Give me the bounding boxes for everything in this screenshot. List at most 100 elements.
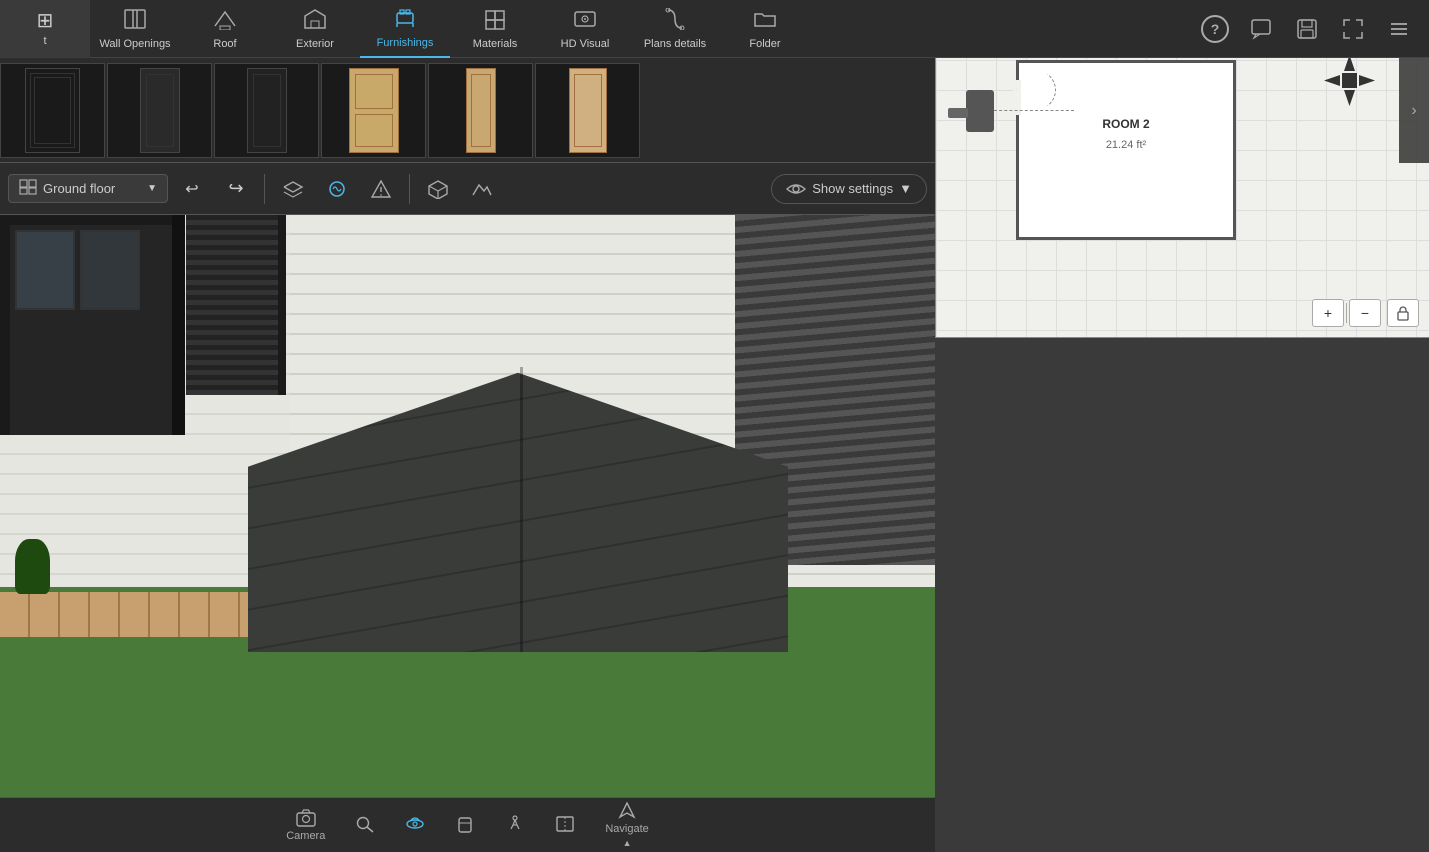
- toolbar-item-materials[interactable]: Materials: [450, 0, 540, 58]
- wall-openings-icon: [123, 8, 147, 34]
- bottom-nav-pan[interactable]: [455, 815, 475, 836]
- chat-button[interactable]: [1241, 9, 1281, 49]
- toolbar-item-exterior[interactable]: Exterior: [270, 0, 360, 58]
- warning-button[interactable]: [361, 170, 401, 208]
- toolbar-item-wall-openings[interactable]: Wall Openings: [90, 0, 180, 58]
- cube-icon: [427, 179, 449, 199]
- bottom-nav-section[interactable]: [555, 815, 575, 836]
- save-button[interactable]: [1287, 9, 1327, 49]
- walk-icon: [505, 815, 525, 833]
- redo-icon: ↪: [228, 178, 243, 199]
- hamburger-icon: [1388, 18, 1410, 40]
- room2-area: 21.24 ft²: [1106, 139, 1146, 151]
- warning-icon: [370, 179, 392, 199]
- hd-visual-icon: [573, 8, 597, 34]
- furnishings-icon: [393, 7, 417, 33]
- thumbnail-item-2[interactable]: [107, 63, 212, 158]
- top-toolbar: ⊞ t Wall Openings Roof: [0, 0, 935, 58]
- wall-openings-label: Wall Openings: [99, 38, 170, 50]
- materials-icon: [483, 8, 507, 34]
- floor-selector[interactable]: Ground floor ▼: [8, 174, 168, 203]
- toolbar-item-partial[interactable]: ⊞ t: [0, 0, 90, 58]
- cube-button[interactable]: [418, 170, 458, 208]
- bottom-nav-navigate[interactable]: Navigate ▲: [605, 802, 648, 848]
- toolbar-item-furnishings[interactable]: Furnishings: [360, 0, 450, 58]
- exterior-icon: [303, 8, 327, 34]
- thumbnail-item-5[interactable]: [428, 63, 533, 158]
- plans-details-label: Plans details: [644, 38, 706, 50]
- help-icon: ?: [1201, 15, 1229, 43]
- show-settings-label: Show settings: [812, 181, 893, 196]
- folder-icon: [753, 8, 777, 34]
- thumbnail-item-6[interactable]: [535, 63, 640, 158]
- nav-arrows-icon: [1322, 53, 1377, 108]
- thumbnail-item-4[interactable]: [321, 63, 426, 158]
- navigate-chevron: ▲: [623, 838, 632, 848]
- partial-icon: ⊞: [37, 11, 54, 31]
- orbit-icon: [405, 815, 425, 833]
- minimap-object-base: [948, 108, 968, 118]
- toolbar-item-roof[interactable]: Roof: [180, 0, 270, 58]
- exterior-label: Exterior: [296, 38, 334, 50]
- save-icon: [1296, 18, 1318, 40]
- room2-area-display: 21.24 ft²: [1016, 135, 1236, 153]
- hd-visual-label: HD Visual: [561, 38, 610, 50]
- camera-label: Camera: [286, 830, 325, 842]
- bottom-nav-camera[interactable]: Camera: [286, 809, 325, 842]
- minimap-connection-line: [994, 110, 1074, 111]
- undo-button[interactable]: ↩: [172, 170, 212, 208]
- toolbar-separator-2: [409, 174, 410, 204]
- navigate-label: Navigate: [605, 823, 648, 835]
- bottom-nav-walk[interactable]: [505, 815, 525, 836]
- room2-name: ROOM 2: [1102, 117, 1149, 131]
- show-settings-button[interactable]: Show settings ▼: [771, 174, 927, 204]
- zoom-out-icon: −: [1361, 305, 1369, 321]
- layers-button[interactable]: [273, 170, 313, 208]
- chat-icon: [1250, 18, 1272, 40]
- pan-icon: [455, 815, 475, 833]
- toolbar-separator-1: [264, 174, 265, 204]
- thumbnail-item-1[interactable]: [0, 63, 105, 158]
- main-3d-view[interactable]: [0, 215, 935, 852]
- minimap-room-area: ROOM 2 21.24 ft²: [1016, 60, 1236, 240]
- nav-cross[interactable]: [1319, 50, 1379, 110]
- fullscreen-icon: [1342, 18, 1364, 40]
- minimap-object: [966, 90, 994, 132]
- floor-label: Ground floor: [43, 181, 115, 196]
- folder-label: Folder: [749, 38, 780, 50]
- room2-label: ROOM 2: [1016, 115, 1236, 133]
- bottom-nav: Camera: [0, 797, 935, 852]
- floor-chevron-icon: ▼: [147, 183, 157, 194]
- minimap-controls: + −: [1312, 299, 1419, 327]
- section-icon: [555, 815, 575, 833]
- menu-button[interactable]: [1379, 9, 1419, 49]
- partial-label: t: [43, 35, 46, 47]
- zoom-in-button[interactable]: +: [1312, 299, 1344, 327]
- lock-button[interactable]: [1387, 299, 1419, 327]
- chevron-right-icon: ›: [1411, 102, 1416, 120]
- layers-icon: [282, 179, 304, 199]
- right-toolbar: ?: [935, 0, 1429, 58]
- toolbar-item-hd-visual[interactable]: HD Visual: [540, 0, 630, 58]
- search-icon: [355, 815, 375, 833]
- redo-button[interactable]: ↪: [216, 170, 256, 208]
- zoom-in-icon: +: [1324, 305, 1332, 321]
- furnishings-label: Furnishings: [377, 37, 434, 49]
- toolbar-item-plans-details[interactable]: Plans details: [630, 0, 720, 58]
- fullscreen-button[interactable]: [1333, 9, 1373, 49]
- bottom-nav-search[interactable]: [355, 815, 375, 836]
- edit-button[interactable]: [317, 170, 357, 208]
- thumbnail-item-3[interactable]: [214, 63, 319, 158]
- lock-icon: [1395, 305, 1411, 321]
- floor-grid-icon: [19, 179, 37, 198]
- help-button[interactable]: ?: [1195, 9, 1235, 49]
- zoom-out-button[interactable]: −: [1349, 299, 1381, 327]
- camera-icon: [296, 809, 316, 827]
- toolbar-item-folder[interactable]: Folder: [720, 0, 810, 58]
- thumbnail-strip: [0, 58, 935, 163]
- materials-label: Materials: [473, 38, 518, 50]
- strip-scroll-arrow[interactable]: ›: [1399, 58, 1429, 163]
- roof-label: Roof: [213, 38, 236, 50]
- terrain-button[interactable]: [462, 170, 502, 208]
- bottom-nav-orbit[interactable]: [405, 815, 425, 836]
